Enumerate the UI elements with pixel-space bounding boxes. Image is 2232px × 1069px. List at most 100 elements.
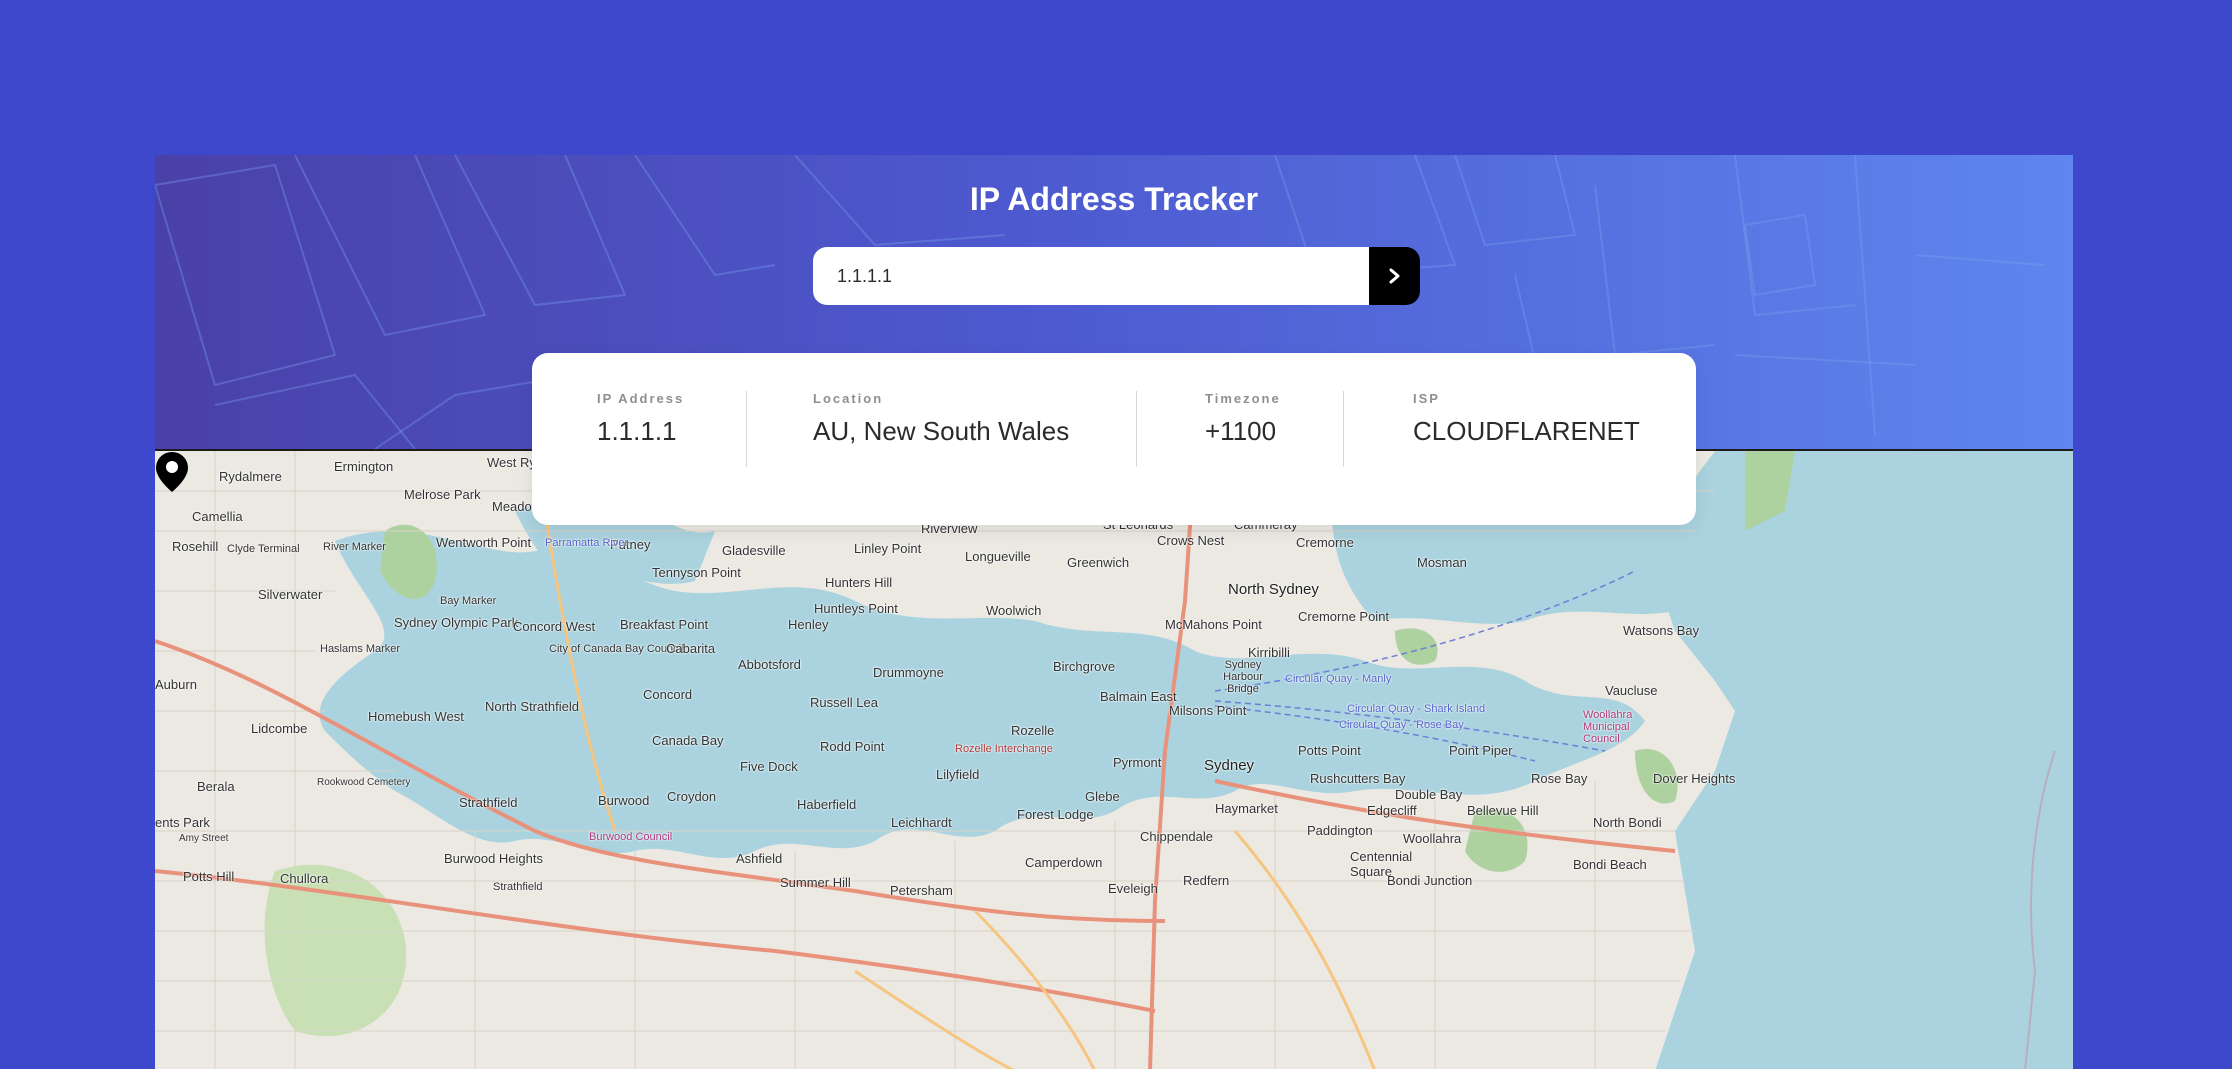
divider	[1136, 391, 1137, 467]
map-label: Burwood Heights	[444, 851, 543, 866]
map-label: Homebush West	[368, 709, 464, 724]
map-label: Berala	[197, 779, 235, 794]
map-label: Pyrmont	[1113, 755, 1162, 770]
map-label: Sydney Olympic Park	[394, 615, 519, 630]
map-label: Tennyson Point	[652, 565, 741, 580]
map[interactable]: Ermington West Ryde Rydalmere Melrose Pa…	[155, 449, 2073, 1069]
map-label: Rydalmere	[219, 469, 282, 484]
map-label: Leichhardt	[891, 815, 952, 830]
info-label: ISP	[1413, 391, 1440, 406]
map-label: Rose Bay	[1531, 771, 1588, 786]
info-location: Location AU, New South Wales	[813, 391, 1069, 447]
map-label: Chippendale	[1140, 829, 1214, 844]
map-label: Burwood Council	[589, 831, 673, 843]
map-label: Paddington	[1307, 823, 1373, 838]
map-label: Cabarita	[666, 641, 716, 656]
map-label: Concord	[643, 687, 693, 702]
map-label: Double Bay	[1395, 787, 1463, 802]
map-label: Camperdown	[1025, 855, 1103, 870]
map-label: Strathfield	[493, 881, 543, 893]
info-value: +1100	[1205, 416, 1277, 446]
map-label: Croydon	[667, 789, 717, 804]
map-label: Lidcombe	[251, 721, 308, 736]
map-label: Circular Quay - Manly	[1285, 673, 1392, 685]
map-label: Rosehill	[172, 539, 219, 554]
map-label: Forest Lodge	[1017, 807, 1094, 822]
map-label: Bondi Beach	[1573, 857, 1647, 872]
map-label: Circular Quay - Rose Bay	[1339, 719, 1464, 731]
map-label: Watsons Bay	[1623, 623, 1700, 638]
map-label: Mosman	[1417, 555, 1467, 570]
map-label: Petersham	[890, 883, 953, 898]
map-label: Lilyfield	[936, 767, 980, 782]
map-label: Haslams Marker	[320, 643, 401, 655]
map-label: Ermington	[334, 459, 394, 474]
map-label: Summer Hill	[780, 875, 851, 890]
map-label: Hunters Hill	[825, 575, 893, 590]
info-value: 1.1.1.1	[597, 416, 677, 446]
map-label: Bay Marker	[440, 595, 497, 607]
map-label: Rookwood Cemetery	[317, 777, 411, 788]
info-isp: ISP CLOUDFLARENET	[1413, 391, 1640, 447]
map-label: Bondi Junction	[1387, 873, 1473, 888]
map-label: Balmain East	[1100, 689, 1177, 704]
map-label: Rozelle Interchange	[955, 743, 1053, 755]
map-label: Concord West	[513, 619, 596, 634]
map-label: Glebe	[1085, 789, 1120, 804]
search-submit-button[interactable]	[1369, 247, 1420, 305]
map-label: Ashfield	[736, 851, 783, 866]
map-label: ents Park	[155, 815, 210, 830]
map-label: Birchgrove	[1053, 659, 1116, 674]
map-label: Silverwater	[258, 587, 323, 602]
ip-search-input[interactable]	[813, 247, 1369, 305]
divider	[1343, 391, 1344, 467]
map-label: Huntleys Point	[814, 601, 898, 616]
map-label: Kirribilli	[1248, 645, 1290, 660]
map-label: Cremorne	[1296, 535, 1354, 550]
map-label: Redfern	[1183, 873, 1230, 888]
map-label: Dover Heights	[1653, 771, 1736, 786]
map-label: Woollahra	[1403, 831, 1462, 846]
map-label: Henley	[788, 617, 829, 632]
divider	[746, 391, 747, 467]
info-ip-address: IP Address 1.1.1.1	[597, 391, 684, 447]
map-label: Haymarket	[1215, 801, 1278, 816]
ip-info-card: IP Address 1.1.1.1 Location AU, New Sout…	[532, 353, 1696, 525]
map-label: Abbotsford	[738, 657, 801, 672]
map-label: Burwood	[598, 793, 650, 808]
map-label: Bellevue Hill	[1467, 803, 1539, 818]
map-label: Breakfast Point	[620, 617, 709, 632]
chevron-right-icon	[1389, 268, 1399, 284]
map-label: Milsons Point	[1169, 703, 1247, 718]
map-label: Woollahra Municipal Council	[1583, 709, 1633, 745]
location-pin-icon[interactable]	[155, 451, 189, 493]
info-value: CLOUDFLARENET	[1413, 416, 1640, 446]
info-label: Location	[813, 391, 884, 406]
map-label: Melrose Park	[404, 487, 481, 502]
map-label: Greenwich	[1067, 555, 1130, 570]
map-label: Russell Lea	[810, 695, 878, 710]
map-label: Gladesville	[722, 543, 786, 558]
map-label: Amy Street	[179, 833, 229, 844]
map-label: Potts Point	[1298, 743, 1361, 758]
page-title: IP Address Tracker	[969, 181, 1259, 217]
map-label: McMahons Point	[1165, 617, 1262, 632]
info-label: IP Address	[597, 391, 685, 406]
info-label: Timezone	[1205, 391, 1281, 406]
map-label: Sydney Harbour Bridge	[1223, 659, 1263, 695]
map-label: Longueville	[965, 549, 1031, 564]
map-label: Rushcutters Bay	[1310, 771, 1406, 786]
map-label: North Strathfield	[485, 699, 579, 714]
map-label: Auburn	[155, 677, 197, 692]
map-label: Cremorne Point	[1298, 609, 1390, 624]
app-container: Ermington West Ryde Rydalmere Melrose Pa…	[155, 155, 2073, 1069]
map-label: Parramatta River	[545, 537, 629, 549]
map-label: Chullora	[280, 871, 329, 886]
map-label: Wentworth Point	[436, 535, 532, 550]
map-label: Rodd Point	[820, 739, 885, 754]
map-label: Drummoyne	[873, 665, 944, 680]
map-label: Vaucluse	[1605, 683, 1658, 698]
map-label: North Bondi	[1593, 815, 1662, 830]
info-value: AU, New South Wales	[813, 416, 1070, 446]
map-label: Crows Nest	[1157, 533, 1225, 548]
